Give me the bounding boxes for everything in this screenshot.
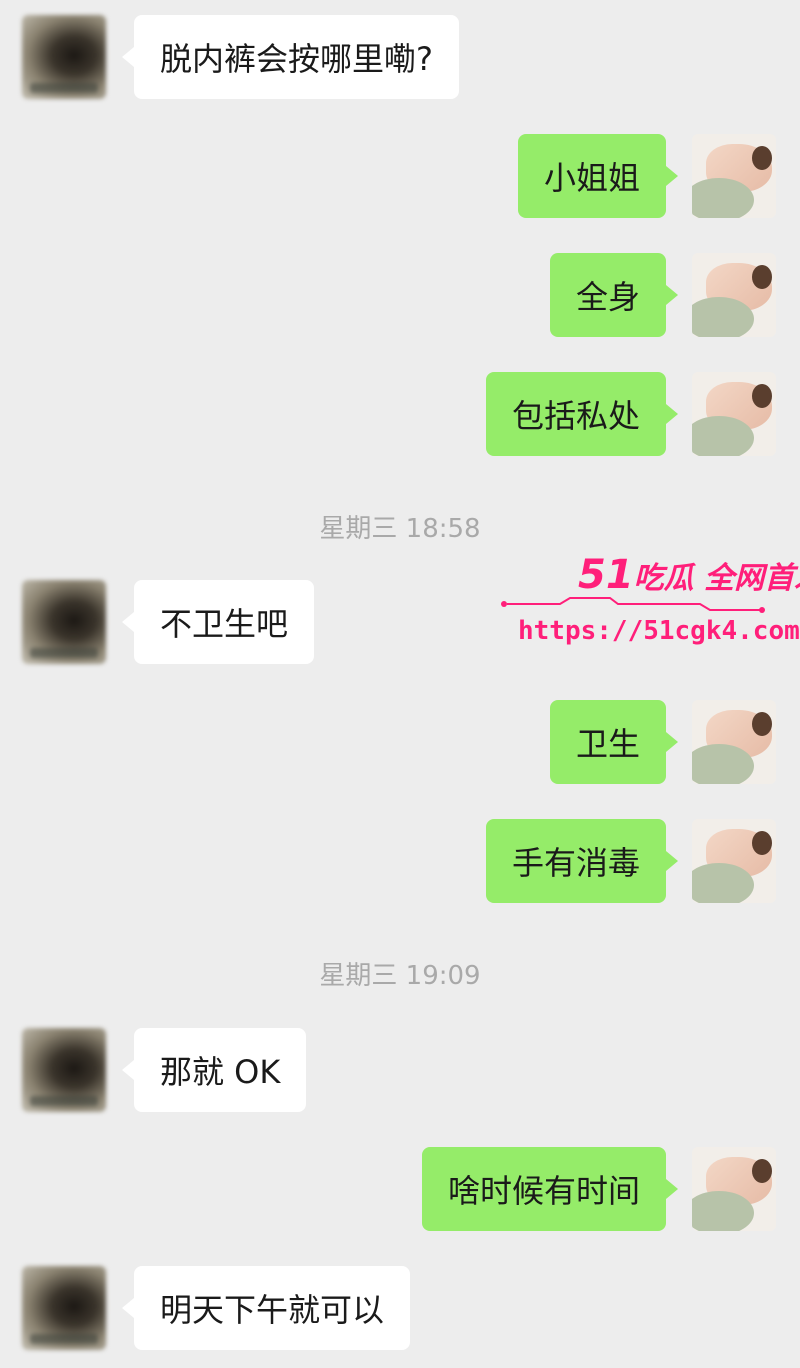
sent-message-bubble[interactable]: 全身 (549, 253, 666, 337)
watermark-url: https://51cgk4.com (518, 616, 800, 646)
bubble-tail (666, 1179, 678, 1199)
sent-message-bubble[interactable]: 啥时候有时间 (421, 1147, 666, 1231)
sent-message-bubble[interactable]: 卫生 (549, 700, 666, 784)
circuit-decoration-icon (501, 597, 765, 613)
received-message-bubble[interactable]: 明天下午就可以 (134, 1266, 411, 1350)
contact-avatar[interactable] (22, 1266, 106, 1350)
watermark: 51吃瓜 全网首发 https://51cgk4.com (500, 552, 800, 656)
message-row: 小姐姐 (0, 134, 800, 218)
contact-avatar[interactable] (22, 1028, 106, 1112)
bubble-tail (122, 1298, 134, 1318)
received-message-bubble[interactable]: 不卫生吧 (134, 580, 315, 664)
self-avatar[interactable] (692, 134, 776, 218)
message-row: 手有消毒 (0, 819, 800, 903)
received-message-bubble[interactable]: 脱内裤会按哪里嘞? (134, 15, 459, 99)
bubble-tail (666, 166, 678, 186)
sent-message-bubble[interactable]: 小姐姐 (517, 134, 666, 218)
self-avatar[interactable] (692, 253, 776, 337)
received-message-bubble[interactable]: 那就 OK (134, 1028, 307, 1112)
message-row: 那就 OK (0, 1028, 800, 1112)
sent-message-bubble[interactable]: 手有消毒 (485, 819, 666, 903)
message-row: 明天下午就可以 (0, 1266, 800, 1350)
sent-message-bubble[interactable]: 包括私处 (485, 372, 666, 456)
message-row: 啥时候有时间 (0, 1147, 800, 1231)
bubble-tail (666, 404, 678, 424)
message-row: 脱内裤会按哪里嘞? (0, 15, 800, 99)
bubble-tail (666, 285, 678, 305)
message-row: 全身 (0, 253, 800, 337)
message-row: 卫生 (0, 700, 800, 784)
contact-avatar[interactable] (22, 15, 106, 99)
bubble-tail (122, 612, 134, 632)
bubble-tail (122, 1060, 134, 1080)
contact-avatar[interactable] (22, 580, 106, 664)
self-avatar[interactable] (692, 1147, 776, 1231)
bubble-tail (122, 47, 134, 67)
watermark-brand: 51吃瓜 全网首发 (578, 552, 800, 598)
chat-timestamp: 星期三 18:58 (319, 514, 481, 544)
self-avatar[interactable] (692, 372, 776, 456)
self-avatar[interactable] (692, 700, 776, 784)
bubble-tail (666, 732, 678, 752)
message-row: 包括私处 (0, 372, 800, 456)
chat-timestamp: 星期三 19:09 (319, 961, 481, 991)
self-avatar[interactable] (692, 819, 776, 903)
bubble-tail (666, 851, 678, 871)
